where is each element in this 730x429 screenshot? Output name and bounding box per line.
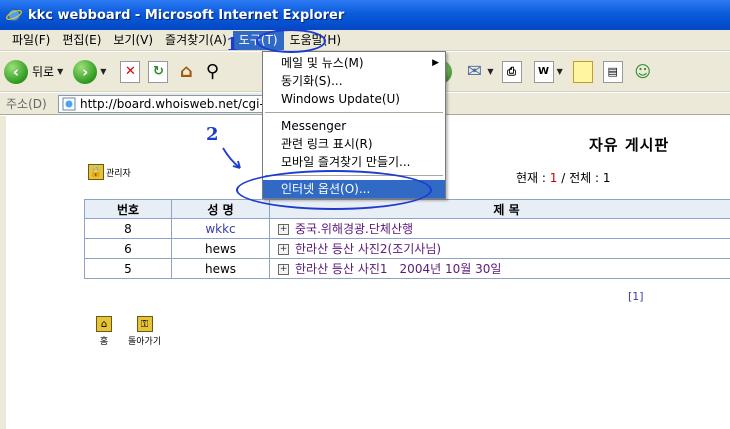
search-icon: ⚲: [205, 61, 219, 82]
word-edit-icon: W: [533, 60, 554, 83]
key-icon: ⚿: [136, 316, 153, 332]
admin-label: 관리자: [106, 168, 131, 179]
mail-button[interactable]: ✉ ▼: [464, 55, 494, 89]
discuss-button[interactable]: [572, 55, 593, 89]
menu-separator: [265, 112, 443, 113]
board-title: 자유 게시판: [589, 136, 670, 154]
menu-bar: 파일(F) 편집(E) 보기(V) 즐겨찾기(A) 도구(T) 도움말(H): [0, 30, 730, 51]
lock-icon: 🔒: [88, 164, 104, 180]
menu-item-mail-news[interactable]: 메일 및 뉴스(M) ▶: [263, 54, 445, 72]
row-subject-link[interactable]: 한라산 등산 사진1: [295, 262, 388, 276]
back-button[interactable]: ‹ 뒤로 ▼: [4, 55, 63, 89]
stop-icon: ✕: [120, 60, 141, 83]
menu-item-messenger[interactable]: Messenger: [263, 117, 445, 135]
home-link[interactable]: ⌂ 홈: [96, 316, 112, 347]
home-icon: ⌂: [179, 61, 193, 82]
row-subject-link[interactable]: 중국.위해경광.단체산행: [295, 222, 413, 236]
row-writer[interactable]: hews: [171, 238, 270, 259]
messenger-icon: ☺: [634, 62, 652, 81]
chevron-down-icon: ▼: [57, 67, 64, 76]
search-button[interactable]: ⚲: [202, 55, 222, 89]
research-button[interactable]: ▤: [602, 55, 623, 89]
stop-button[interactable]: ✕: [120, 55, 141, 89]
ie-logo-icon: [6, 8, 22, 22]
admin-link[interactable]: 🔒 관리자: [88, 164, 131, 180]
pager[interactable]: [1]: [628, 290, 644, 303]
menu-item-mobile-favorites[interactable]: 모바일 즐겨찾기 만들기...: [263, 153, 445, 171]
row-writer[interactable]: hews: [171, 258, 270, 279]
count-sep: / 전체 :: [557, 171, 603, 185]
window-title: kkc webboard - Microsoft Internet Explor…: [28, 7, 345, 23]
row-subject-cell: + 중국.위해경광.단체산행: [269, 218, 730, 239]
menu-item-sync[interactable]: 동기화(S)...: [263, 72, 445, 90]
back-link[interactable]: ⚿ 돌아가기: [128, 316, 161, 347]
row-writer[interactable]: wkkc: [171, 218, 270, 239]
menu-view[interactable]: 보기(V): [107, 31, 159, 50]
annotation-circle-tools: [256, 29, 326, 53]
note-icon: [572, 60, 593, 83]
header-writer: 성 명: [171, 199, 270, 219]
chevron-down-icon: ▼: [487, 67, 494, 76]
row-date: 2004년 10월 30일: [399, 262, 502, 276]
menu-file[interactable]: 파일(F): [6, 31, 56, 50]
annotation-step-1: 1: [226, 34, 239, 55]
back-label: 돌아가기: [128, 337, 162, 347]
expand-icon[interactable]: +: [278, 224, 289, 235]
menu-favorites[interactable]: 즐겨찾기(A): [159, 31, 233, 50]
print-button[interactable]: ⎙: [501, 55, 522, 89]
table-row: 6 hews + 한라산 등산 사진2(조기사님): [84, 238, 730, 259]
edit-button[interactable]: W ▼: [533, 55, 563, 89]
annotation-circle-options: [236, 170, 432, 210]
menu-edit[interactable]: 편집(E): [56, 31, 107, 50]
address-label: 주소(D): [6, 97, 47, 111]
row-subject-cell: + 한라산 등산 사진2(조기사님): [269, 238, 730, 259]
home-label: 홈: [99, 337, 109, 347]
table-row: 5 hews + 한라산 등산 사진1 2004년 10월 30일: [84, 258, 730, 279]
mail-icon: ✉: [466, 61, 482, 82]
annotation-arrow: [222, 147, 241, 169]
expand-icon[interactable]: +: [278, 244, 289, 255]
refresh-button[interactable]: ↻: [148, 55, 169, 89]
address-url: http://board.whoisweb.net/cgi-b: [80, 97, 272, 111]
count-total: 1: [602, 171, 611, 185]
submenu-arrow-icon: ▶: [432, 58, 439, 68]
board-table: 번호 성 명 제 목 8 wkkc + 중국.위해경광.단체산행 6 hews +…: [84, 199, 730, 279]
forward-button[interactable]: › ▼: [73, 55, 106, 89]
research-icon: ▤: [602, 60, 623, 83]
row-num: 5: [84, 258, 172, 279]
menu-item-label: 메일 및 뉴스(M): [281, 56, 364, 70]
home-button[interactable]: ⌂: [176, 55, 196, 89]
row-num: 8: [84, 218, 172, 239]
count-prefix: 현재 :: [516, 171, 550, 185]
menu-item-windows-update[interactable]: Windows Update(U): [263, 90, 445, 108]
ie-page-icon: [62, 97, 76, 111]
menu-item-related-links[interactable]: 관련 링크 표시(R): [263, 135, 445, 153]
back-button-label: 뒤로: [32, 65, 55, 79]
post-count: 현재 : 1 / 전체 : 1: [516, 169, 610, 186]
back-arrow-icon: ‹: [4, 59, 28, 84]
row-subject-link[interactable]: 한라산 등산 사진2(조기사님): [295, 242, 441, 256]
forward-arrow-icon: ›: [73, 59, 98, 84]
header-num: 번호: [84, 199, 172, 219]
messenger-button[interactable]: ☺: [633, 55, 653, 89]
home-icon: ⌂: [96, 316, 112, 332]
chevron-down-icon: ▼: [100, 67, 107, 76]
row-num: 6: [84, 238, 172, 259]
table-row: 8 wkkc + 중국.위해경광.단체산행: [84, 218, 730, 239]
annotation-step-2: 2: [206, 124, 219, 145]
row-subject-cell: + 한라산 등산 사진1 2004년 10월 30일: [269, 258, 730, 279]
bottom-nav: ⌂ 홈 ⚿ 돌아가기: [96, 316, 177, 347]
refresh-icon: ↻: [148, 60, 169, 83]
print-icon: ⎙: [501, 60, 522, 83]
title-bar: kkc webboard - Microsoft Internet Explor…: [0, 0, 730, 30]
expand-icon[interactable]: +: [278, 264, 289, 275]
chevron-down-icon: ▼: [556, 67, 563, 76]
